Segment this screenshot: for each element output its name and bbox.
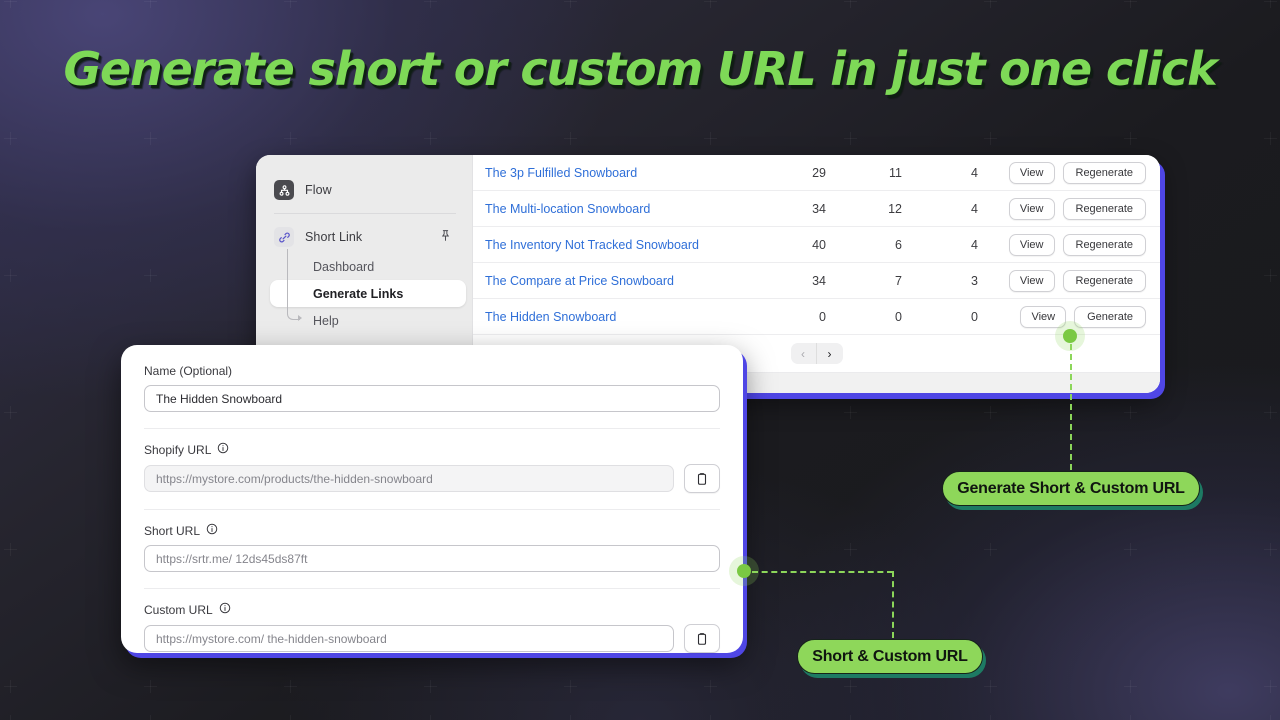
row-name-link[interactable]: The Hidden Snowboard xyxy=(485,310,750,324)
shopify-url-field-group: Shopify URL https://mystore.com/products… xyxy=(144,442,720,493)
row-name-link[interactable]: The Inventory Not Tracked Snowboard xyxy=(485,238,750,252)
row-actions: View Regenerate xyxy=(978,198,1146,220)
form-divider xyxy=(144,588,720,589)
row-metric-1: 29 xyxy=(750,166,826,180)
chain-link-icon xyxy=(274,227,294,247)
short-url-field-group: Short URL https://srtr.me/ 12ds45ds87ft xyxy=(144,523,720,572)
short-url-callout-line-h xyxy=(752,571,893,573)
info-icon[interactable] xyxy=(219,602,231,617)
short-url-callout-line-v xyxy=(892,571,894,638)
custom-url-label-text: Custom URL xyxy=(144,603,213,617)
table-row[interactable]: The Inventory Not Tracked Snowboard 40 6… xyxy=(473,227,1160,263)
sidebar-item-short-link-label: Short Link xyxy=(305,230,362,244)
row-metric-3: 3 xyxy=(902,274,978,288)
row-metric-2: 7 xyxy=(826,274,902,288)
row-actions: View Regenerate xyxy=(978,162,1146,184)
custom-url-field-group: Custom URL https://mystore.com/ the-hidd… xyxy=(144,602,720,653)
regenerate-button[interactable]: Regenerate xyxy=(1063,162,1147,184)
name-input[interactable]: The Hidden Snowboard xyxy=(144,385,720,412)
pagination-prev-icon[interactable]: ‹ xyxy=(791,343,817,364)
short-url-input[interactable]: https://srtr.me/ 12ds45ds87ft xyxy=(144,545,720,572)
row-name-link[interactable]: The Compare at Price Snowboard xyxy=(485,274,750,288)
shopify-url-label-text: Shopify URL xyxy=(144,443,211,457)
table-row[interactable]: The Multi-location Snowboard 34 12 4 Vie… xyxy=(473,191,1160,227)
sidebar-item-flow-label: Flow xyxy=(305,183,332,197)
generate-button[interactable]: Generate xyxy=(1074,306,1146,328)
flow-icon xyxy=(274,180,294,200)
row-actions: View Regenerate xyxy=(978,270,1146,292)
name-label-text: Name (Optional) xyxy=(144,364,232,378)
row-metric-3: 4 xyxy=(902,166,978,180)
table-row[interactable]: The Hidden Snowboard 0 0 0 View Generate xyxy=(473,299,1160,335)
pagination-next-icon[interactable]: › xyxy=(817,343,843,364)
view-button[interactable]: View xyxy=(1009,270,1055,292)
sidebar-item-help[interactable]: Help xyxy=(304,307,460,334)
row-metric-2: 6 xyxy=(826,238,902,252)
sidebar-item-dashboard[interactable]: Dashboard xyxy=(304,253,460,280)
shopify-url-input[interactable]: https://mystore.com/products/the-hidden-… xyxy=(144,465,674,492)
sidebar-subnav: Dashboard Generate Links Help xyxy=(270,253,460,334)
row-metric-1: 0 xyxy=(750,310,826,324)
row-metric-2: 0 xyxy=(826,310,902,324)
copy-custom-url-button[interactable] xyxy=(684,624,720,653)
view-button[interactable]: View xyxy=(1009,162,1055,184)
generate-short-custom-url-badge[interactable]: Generate Short & Custom URL xyxy=(942,471,1200,506)
copy-shopify-url-button[interactable] xyxy=(684,464,720,493)
table-row[interactable]: The Compare at Price Snowboard 34 7 3 Vi… xyxy=(473,263,1160,299)
sidebar-item-short-link[interactable]: Short Link xyxy=(270,222,460,252)
regenerate-button[interactable]: Regenerate xyxy=(1063,234,1147,256)
custom-url-input[interactable]: https://mystore.com/ the-hidden-snowboar… xyxy=(144,625,674,652)
short-url-label: Short URL xyxy=(144,523,720,538)
name-label: Name (Optional) xyxy=(144,364,720,378)
generate-callout-line xyxy=(1070,344,1072,470)
pin-icon[interactable] xyxy=(439,228,452,248)
row-metric-3: 4 xyxy=(902,202,978,216)
row-metric-2: 11 xyxy=(826,166,902,180)
row-actions: View Regenerate xyxy=(978,234,1146,256)
row-actions: View Generate xyxy=(978,306,1146,328)
regenerate-button[interactable]: Regenerate xyxy=(1063,198,1147,220)
view-button[interactable]: View xyxy=(1009,198,1055,220)
row-metric-3: 0 xyxy=(902,310,978,324)
row-name-link[interactable]: The 3p Fulfilled Snowboard xyxy=(485,166,750,180)
generate-link-form: Name (Optional) The Hidden Snowboard Sho… xyxy=(121,345,743,653)
short-custom-url-badge[interactable]: Short & Custom URL xyxy=(797,639,983,674)
sidebar-item-flow[interactable]: Flow xyxy=(270,175,460,205)
short-url-callout-dot xyxy=(737,564,751,578)
short-url-input-row: https://srtr.me/ 12ds45ds87ft xyxy=(144,545,720,572)
sidebar-divider xyxy=(274,213,456,214)
row-metric-3: 4 xyxy=(902,238,978,252)
name-input-row: The Hidden Snowboard xyxy=(144,385,720,412)
custom-url-label: Custom URL xyxy=(144,602,720,617)
row-metric-1: 34 xyxy=(750,202,826,216)
custom-url-input-row: https://mystore.com/ the-hidden-snowboar… xyxy=(144,624,720,653)
row-metric-2: 12 xyxy=(826,202,902,216)
table-row[interactable]: The 3p Fulfilled Snowboard 29 11 4 View … xyxy=(473,155,1160,191)
row-name-link[interactable]: The Multi-location Snowboard xyxy=(485,202,750,216)
shopify-url-input-row: https://mystore.com/products/the-hidden-… xyxy=(144,464,720,493)
tree-connector-line xyxy=(287,249,300,320)
row-metric-1: 40 xyxy=(750,238,826,252)
shopify-url-label: Shopify URL xyxy=(144,442,720,457)
form-divider xyxy=(144,428,720,429)
short-url-label-text: Short URL xyxy=(144,524,200,538)
generate-callout-dot xyxy=(1063,329,1077,343)
tree-connector-arrow xyxy=(298,315,302,321)
pagination-group: ‹ › xyxy=(791,343,843,364)
view-button[interactable]: View xyxy=(1009,234,1055,256)
regenerate-button[interactable]: Regenerate xyxy=(1063,270,1147,292)
name-field-group: Name (Optional) The Hidden Snowboard xyxy=(144,364,720,412)
page-title: Generate short or custom URL in just one… xyxy=(0,42,1280,96)
info-icon[interactable] xyxy=(217,442,229,457)
info-icon[interactable] xyxy=(206,523,218,538)
view-button[interactable]: View xyxy=(1020,306,1066,328)
form-divider xyxy=(144,509,720,510)
row-metric-1: 34 xyxy=(750,274,826,288)
